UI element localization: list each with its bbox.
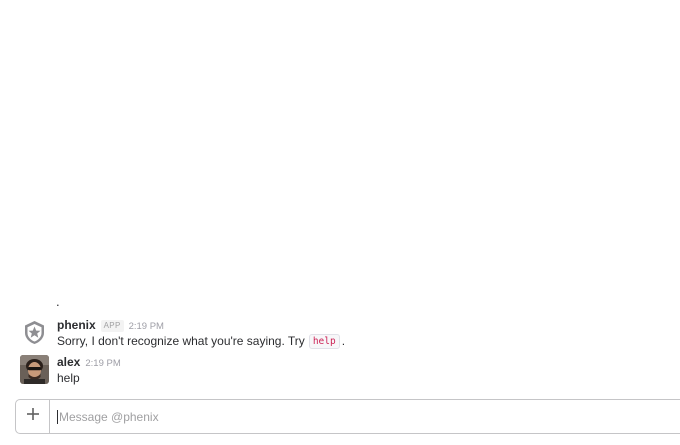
attach-button[interactable]	[16, 400, 50, 433]
stray-text: .	[56, 294, 60, 309]
message-text-part: help	[57, 371, 80, 385]
sender-name[interactable]: phenix	[57, 317, 96, 333]
app-badge: APP	[100, 320, 124, 332]
message-input[interactable]	[59, 406, 619, 427]
bot-shield-icon[interactable]	[20, 318, 49, 347]
message-text: Sorry, I don't recognize what you're say…	[57, 333, 345, 349]
message-text-part: .	[341, 334, 346, 348]
chat-window: . phenix APP 2:19 PM Sorry, I don't reco…	[0, 0, 680, 445]
plus-icon	[26, 407, 40, 426]
message-text: help	[57, 370, 80, 386]
timestamp[interactable]: 2:19 PM	[85, 356, 120, 372]
message-list: . phenix APP 2:19 PM Sorry, I don't reco…	[0, 0, 680, 395]
message-composer	[15, 399, 680, 434]
text-caret	[57, 409, 58, 424]
message-input-wrap	[50, 400, 680, 433]
sender-name[interactable]: alex	[57, 354, 80, 370]
inline-code: help	[308, 333, 340, 349]
message-text-part: Sorry, I don't recognize what you're say…	[57, 334, 305, 348]
user-photo-avatar[interactable]	[20, 355, 49, 384]
